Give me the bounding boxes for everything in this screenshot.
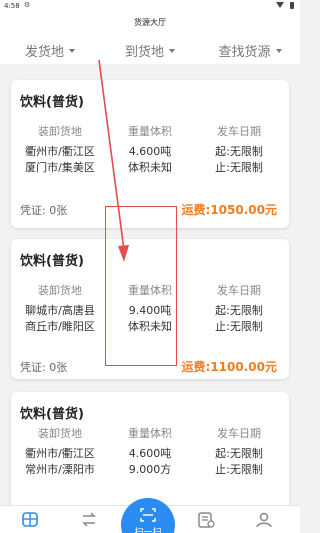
routes-icon[interactable] (80, 512, 98, 528)
hall-icon[interactable] (21, 512, 39, 528)
annotation-arrow-icon (98, 59, 129, 262)
scan-label: 扫一扫 (134, 528, 162, 533)
orders-icon[interactable] (197, 512, 215, 528)
scan-icon (140, 508, 156, 522)
profile-icon[interactable] (255, 512, 273, 528)
